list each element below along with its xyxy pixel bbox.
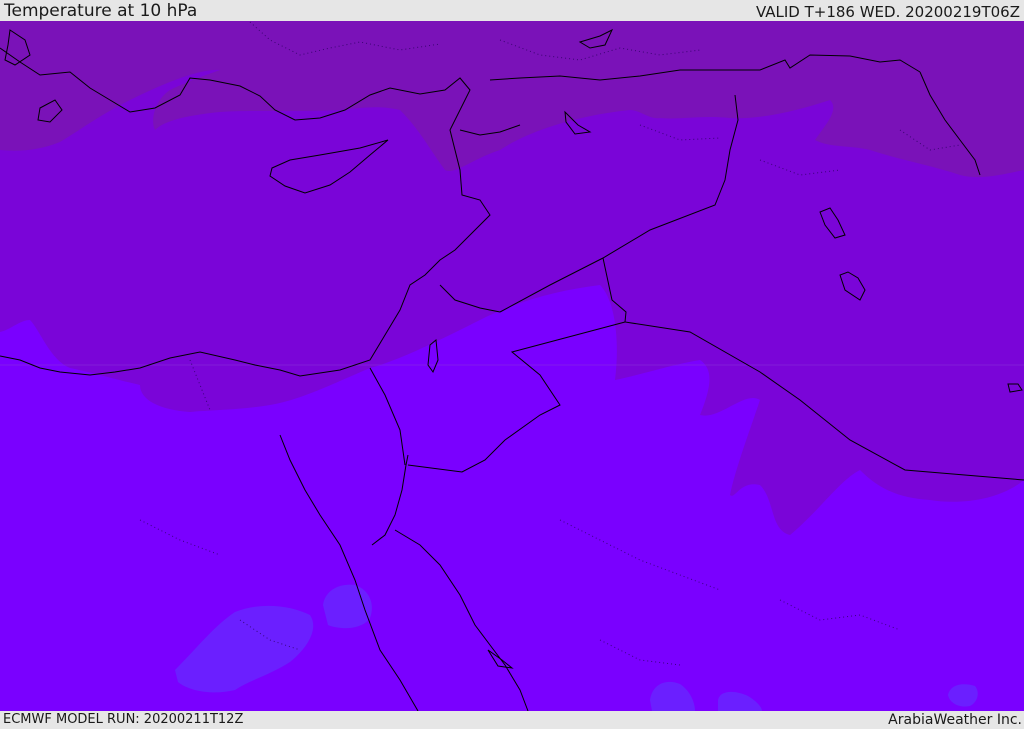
map-title: Temperature at 10 hPa	[4, 1, 198, 21]
valid-time: VALID T+186 WED. 20200219T06Z	[755, 3, 1020, 21]
temperature-map	[0, 21, 1024, 711]
credit: ArabiaWeather Inc.	[888, 712, 1022, 728]
model-run: ECMWF MODEL RUN: 20200211T12Z	[3, 712, 244, 727]
header-bar: Temperature at 10 hPa VALID T+186 WED. 2…	[0, 0, 1024, 21]
footer-bar: ECMWF MODEL RUN: 20200211T12Z ArabiaWeat…	[0, 711, 1024, 729]
